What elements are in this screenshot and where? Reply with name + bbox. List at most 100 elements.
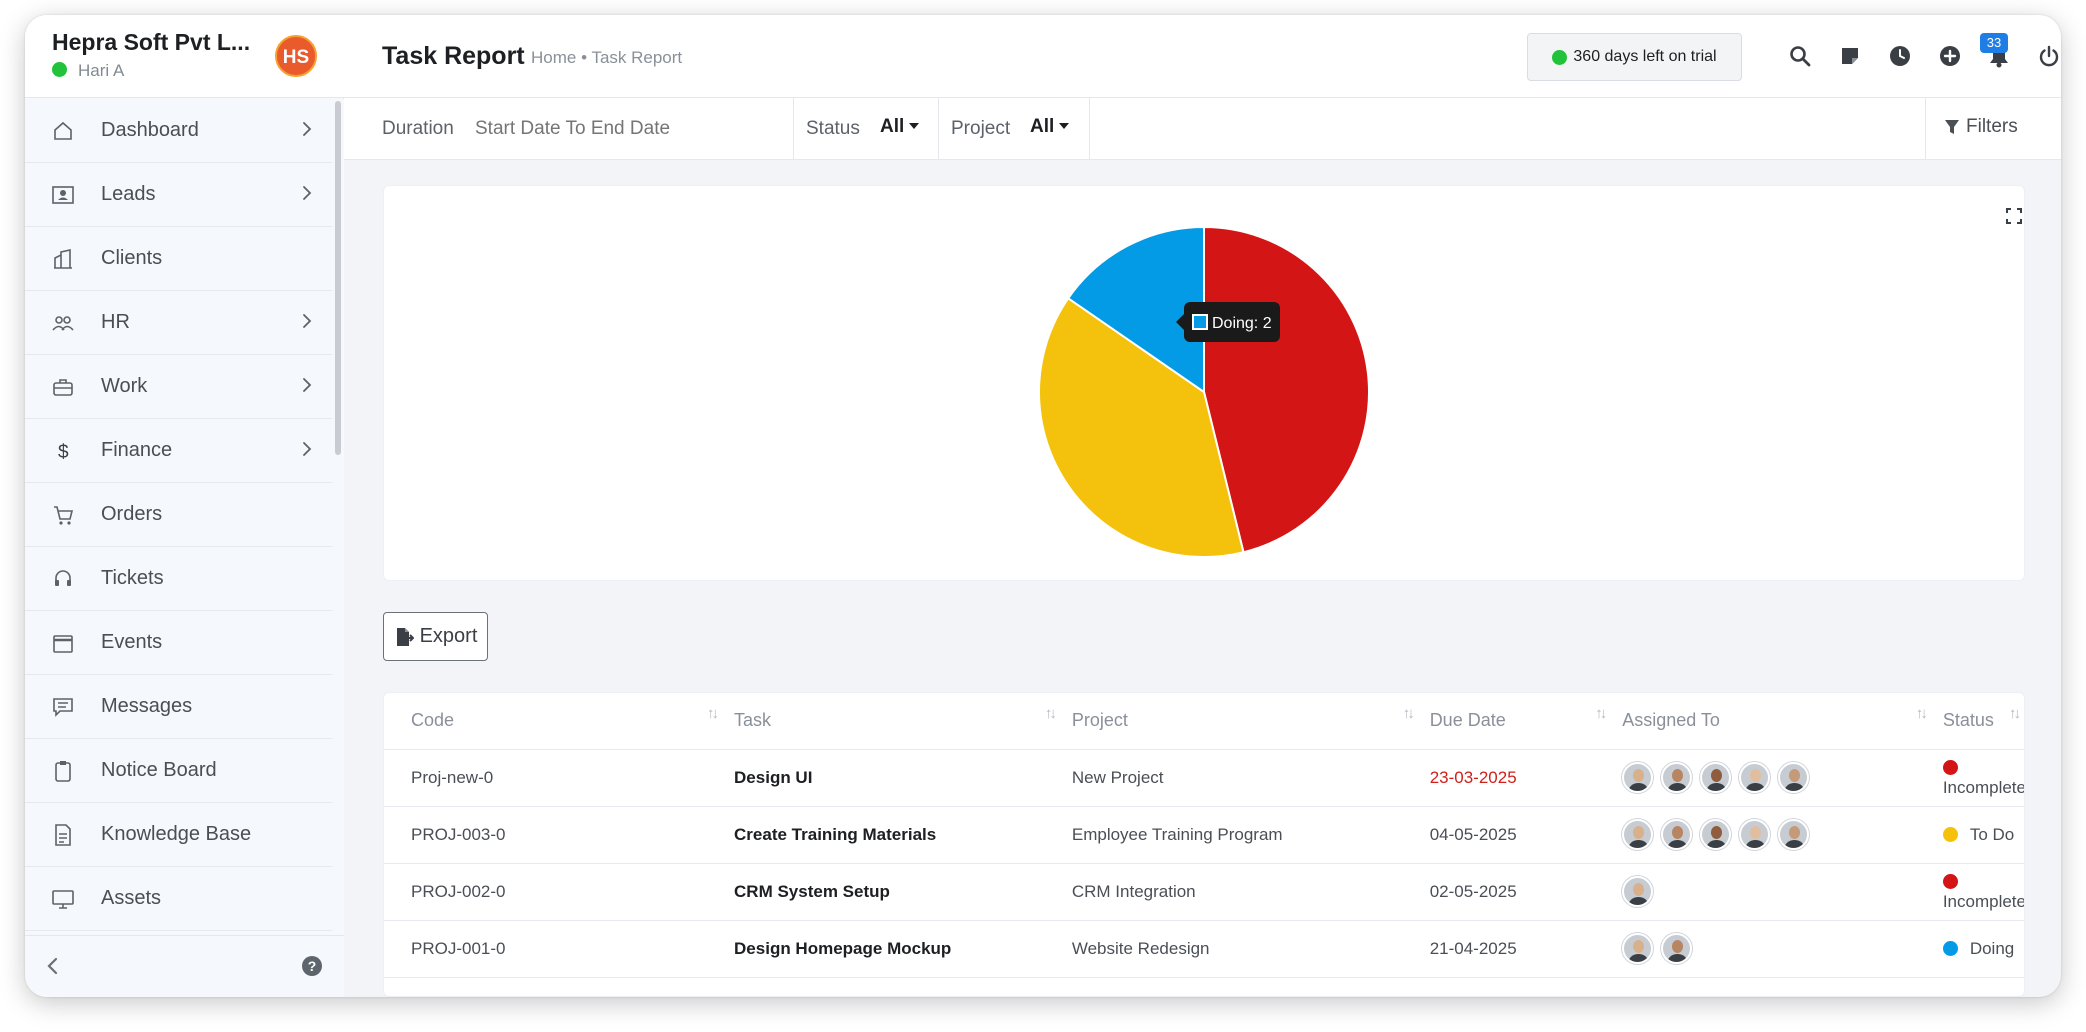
status-dot [1942, 873, 1958, 889]
chevron-right-icon[interactable] [302, 121, 312, 142]
sidebar-item-notice-board[interactable]: Notice Board [25, 739, 332, 803]
assigned-to-cell [1612, 749, 1933, 807]
collapse-sidebar-icon[interactable] [45, 956, 61, 981]
sticky-note-icon[interactable] [1835, 41, 1865, 71]
notification-count-badge[interactable]: 33 [1980, 33, 2008, 53]
trial-badge[interactable]: 360 days left on trial [1527, 33, 1742, 81]
sort-icon[interactable]: ↑↓ [1403, 705, 1415, 722]
avatar[interactable] [1622, 762, 1654, 793]
sidebar-item-label: Notice Board [101, 759, 217, 781]
filter-divider [938, 98, 939, 160]
avatar[interactable] [1622, 819, 1654, 850]
sort-icon[interactable]: ↑↓ [1595, 705, 1607, 722]
sidebar-item-leads[interactable]: Leads [25, 163, 332, 227]
filters-button[interactable]: Filters [1944, 116, 2018, 138]
sidebar-footer: ? [25, 935, 344, 997]
export-button[interactable]: Export [383, 612, 488, 661]
sidebar-item-tickets[interactable]: Tickets [25, 547, 332, 611]
sidebar-item-work[interactable]: Work [25, 355, 332, 419]
status-cell: Doing [1932, 920, 2024, 978]
avatar[interactable] [1700, 819, 1732, 850]
column-header-label: Status [1942, 710, 1994, 731]
duration-label: Duration [382, 118, 454, 139]
assigned-to-cell [1612, 920, 1933, 978]
power-icon[interactable] [2034, 41, 2061, 71]
sidebar-item-knowledge-base[interactable]: Knowledge Base [25, 803, 332, 867]
sidebar-item-label: Leads [101, 183, 156, 205]
sidebar-header: Hepra Soft Pvt L... Hari A HS [25, 15, 344, 98]
company-logo[interactable]: HS [275, 35, 317, 77]
fullscreen-icon[interactable] [2006, 208, 2022, 229]
avatar[interactable] [1739, 762, 1771, 793]
column-header-project[interactable]: Project ↑↓ [1061, 693, 1420, 750]
table-row[interactable]: PROJ-001-0 Design Homepage Mockup Website … [384, 920, 2024, 978]
company-name[interactable]: Hepra Soft Pvt L... [52, 29, 250, 56]
plus-circle-icon[interactable] [1935, 41, 1965, 71]
table-row[interactable]: Proj-new-0 Design UI New Project 23-03-2025… [384, 749, 2024, 807]
contact-card-icon [50, 182, 76, 208]
chevron-right-icon[interactable] [302, 185, 312, 206]
sidebar-item-label: Work [101, 375, 148, 397]
chevron-right-icon[interactable] [302, 313, 312, 334]
search-icon[interactable] [1785, 41, 1815, 71]
project-filter-value: All [1030, 116, 1055, 137]
status-label: Incomplete [1942, 891, 2025, 911]
status-cell: To Do [1932, 806, 2024, 864]
code-cell: Proj-new-0 [384, 749, 725, 807]
status-filter-select[interactable]: All [880, 116, 920, 138]
column-header-status[interactable]: Status ↑↓ [1932, 693, 2024, 750]
dollar-icon: $ [50, 438, 76, 464]
avatar[interactable] [1622, 933, 1654, 964]
avatar[interactable] [1661, 819, 1693, 850]
sort-icon[interactable]: ↑↓ [2009, 705, 2021, 722]
sidebar-item-messages[interactable]: Messages [25, 675, 332, 739]
sidebar-scrollbar-thumb[interactable] [335, 101, 341, 455]
sidebar-item-dashboard[interactable]: Dashboard [25, 99, 332, 163]
user-name[interactable]: Hari A [52, 61, 124, 81]
duration-date-range-input[interactable] [475, 118, 735, 140]
avatar[interactable] [1622, 876, 1654, 907]
column-header-task[interactable]: Task ↑↓ [724, 693, 1062, 750]
sidebar-item-clients[interactable]: Clients [25, 227, 332, 291]
chart-tooltip: Doing: 2 [1176, 302, 1280, 342]
task-cell[interactable]: CRM System Setup [724, 863, 1062, 921]
sort-icon[interactable]: ↑↓ [1916, 705, 1928, 722]
sort-icon[interactable]: ↑↓ [1045, 705, 1057, 722]
status-dot [1942, 826, 1958, 842]
task-cell[interactable]: Design Homepage Mockup [724, 920, 1062, 978]
sidebar-item-hr[interactable]: HR [25, 291, 332, 355]
due-date-cell: 21-04-2025 [1419, 920, 1613, 978]
avatar[interactable] [1778, 762, 1810, 793]
avatar[interactable] [1661, 762, 1693, 793]
chevron-right-icon[interactable] [302, 441, 312, 462]
table-row[interactable]: PROJ-003-0 Create Training Materials Emplo… [384, 806, 2024, 864]
avatar[interactable] [1778, 819, 1810, 850]
avatar-group [1622, 876, 1933, 907]
filters-label: Filters [1966, 116, 2018, 137]
clock-icon[interactable] [1885, 41, 1915, 71]
sidebar-item-finance[interactable]: $ Finance [25, 419, 332, 483]
breadcrumb[interactable]: Home • Task Report [531, 48, 682, 68]
sidebar-item-assets[interactable]: Assets [25, 867, 332, 931]
chevron-right-icon[interactable] [302, 377, 312, 398]
sort-icon[interactable]: ↑↓ [707, 705, 719, 722]
filter-divider [1089, 98, 1090, 160]
sidebar-item-label: Tickets [101, 567, 164, 589]
avatar[interactable] [1739, 819, 1771, 850]
table-row[interactable]: PROJ-002-0 CRM System Setup CRM Integratio… [384, 863, 2025, 921]
help-icon[interactable]: ? [302, 956, 322, 976]
sidebar-item-label: Messages [101, 695, 193, 717]
task-cell[interactable]: Create Training Materials [724, 806, 1062, 864]
task-cell[interactable]: Design UI [724, 749, 1062, 807]
sidebar-item-orders[interactable]: Orders [25, 483, 332, 547]
sidebar-item-events[interactable]: Events [25, 611, 332, 675]
column-header-due-date[interactable]: Due Date ↑↓ [1419, 693, 1613, 750]
column-header-assigned-to[interactable]: Assigned To ↑↓ [1612, 693, 1933, 750]
project-cell: Website Redesign [1061, 920, 1420, 978]
avatar[interactable] [1700, 762, 1732, 793]
project-filter-select[interactable]: All [1030, 116, 1070, 138]
avatar[interactable] [1661, 933, 1693, 964]
filter-divider [793, 98, 794, 160]
column-header-code[interactable]: Code ↑↓ [384, 693, 725, 750]
page-title: Task Report [382, 42, 525, 70]
